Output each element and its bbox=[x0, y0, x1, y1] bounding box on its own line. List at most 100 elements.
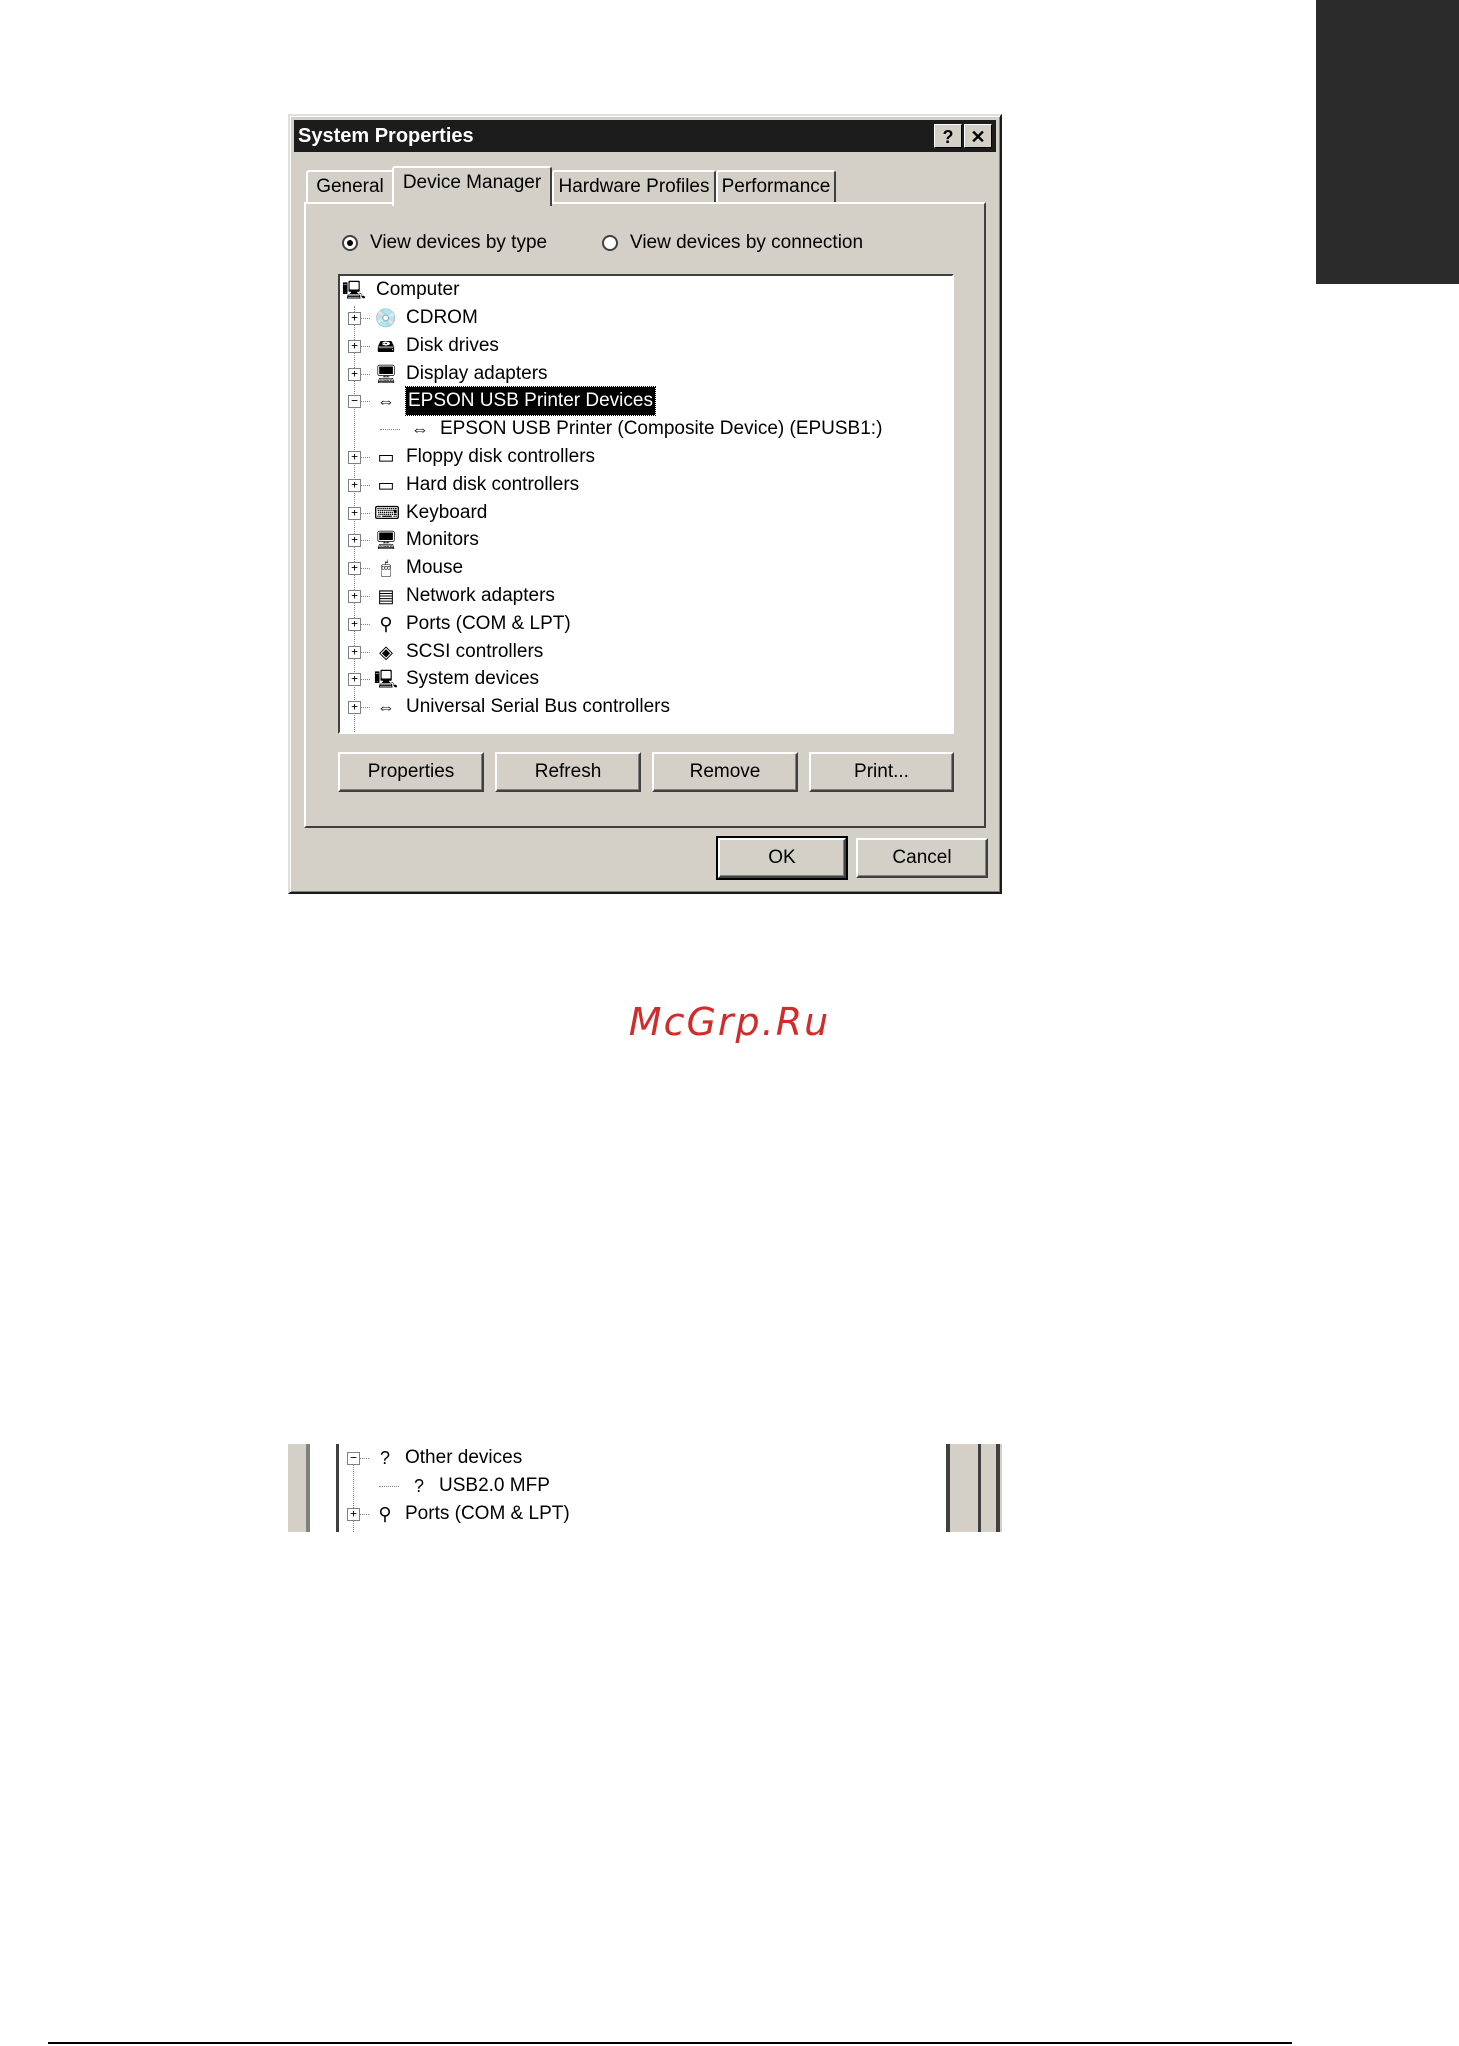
expand-icon[interactable]: + bbox=[347, 1508, 360, 1521]
unknown-device-icon: ? bbox=[413, 1476, 424, 1496]
tree-item-label: Disk drives bbox=[406, 334, 499, 356]
collapse-icon[interactable]: − bbox=[348, 395, 361, 409]
expand-icon[interactable]: + bbox=[348, 534, 361, 548]
tree-item-label: Monitors bbox=[406, 529, 479, 551]
usb-icon: ⇔ bbox=[411, 419, 429, 440]
print-button[interactable]: Print... bbox=[809, 752, 954, 792]
port-icon: ⚲ bbox=[379, 613, 393, 634]
remove-button[interactable]: Remove bbox=[652, 752, 798, 792]
tree-item-cdrom[interactable]: + 💿 CDROM bbox=[340, 304, 952, 332]
unknown-device-icon: ? bbox=[379, 1448, 390, 1468]
tree-item-label: Ports (COM & LPT) bbox=[406, 612, 571, 634]
tree-item-display-adapters[interactable]: + 🖥 Display adapters bbox=[340, 360, 952, 388]
display-adapter-icon: 🖥 bbox=[374, 363, 398, 384]
tree-item-label: EPSON USB Printer Devices bbox=[405, 386, 656, 417]
tree-item-label: CDROM bbox=[406, 307, 478, 328]
mouse-icon: 🖱 bbox=[380, 558, 392, 579]
expand-icon[interactable]: + bbox=[348, 367, 361, 381]
radio-label-by-connection: View devices by connection bbox=[630, 232, 864, 253]
tree-child-epson-usb-printer-composite-device-epusb1[interactable]: ⇔ EPSON USB Printer (Composite Device) (E… bbox=[340, 415, 952, 443]
floppy-controller-icon: ▭ bbox=[377, 447, 395, 467]
tree-item-label: Other devices bbox=[405, 1447, 523, 1468]
tree-root-computer[interactable]: 🖳 Computer bbox=[340, 276, 940, 304]
expand-icon[interactable]: + bbox=[348, 673, 361, 687]
tab-hardware-profiles[interactable]: Hardware Profiles bbox=[552, 170, 716, 202]
tab-device-manager[interactable]: Device Manager bbox=[392, 166, 552, 206]
keyboard-icon: ⌨ bbox=[374, 502, 400, 523]
excerpt-right-border-outer bbox=[996, 1444, 1000, 1532]
tab-performance[interactable]: Performance bbox=[716, 170, 836, 202]
excerpt-right-border-inner bbox=[978, 1444, 981, 1532]
tree-item-floppy-disk-controllers[interactable]: + ▭ Floppy disk controllers bbox=[340, 443, 952, 471]
monitor-icon: 🖥 bbox=[374, 530, 398, 551]
tree-item-ports-com-lpt[interactable]: + ⚲ Ports (COM & LPT) bbox=[339, 1500, 959, 1528]
usb-icon: ⇔ bbox=[377, 391, 395, 412]
tree-item-label: Ports (COM & LPT) bbox=[405, 1503, 570, 1524]
usb-icon: ⇔ bbox=[377, 697, 395, 718]
title-bar: System Properties ? ✕ bbox=[294, 120, 996, 152]
tree-item-disk-drives[interactable]: + 🖴 Disk drives bbox=[340, 332, 952, 360]
tree-item-label: EPSON USB Printer (Composite Device) (EP… bbox=[440, 418, 883, 440]
expand-icon[interactable]: + bbox=[348, 451, 361, 464]
expand-icon[interactable]: + bbox=[348, 506, 361, 520]
device-manager-panel: View devices by type View devices by con… bbox=[304, 202, 986, 828]
disk-drive-icon: 🖴 bbox=[376, 335, 396, 356]
tree-item-universal-serial-bus-controllers[interactable]: + ⇔ Universal Serial Bus controllers bbox=[340, 693, 952, 721]
tree-item-scsi-controllers[interactable]: + ◈ SCSI controllers bbox=[340, 638, 952, 666]
system-device-icon: 🖳 bbox=[374, 669, 399, 690]
cancel-button[interactable]: Cancel bbox=[856, 838, 988, 878]
hard-disk-controller-icon: ▭ bbox=[377, 474, 395, 495]
device-tree[interactable]: 🖳 Computer + 💿 CDROM + 🖴 Disk drives + 🖥 Display… bbox=[338, 274, 954, 734]
tree-item-label: USB2.0 MFP bbox=[439, 1475, 550, 1496]
excerpt-left-frame bbox=[288, 1444, 306, 1532]
cdrom-icon: 💿 bbox=[374, 308, 398, 328]
tree-item-system-devices[interactable]: + 🖳 System devices bbox=[340, 665, 952, 693]
tree-item-label: Keyboard bbox=[406, 501, 488, 523]
radio-view-by-connection[interactable]: View devices by connection bbox=[602, 232, 863, 254]
window-title: System Properties bbox=[298, 125, 474, 147]
tab-general[interactable]: General bbox=[306, 170, 394, 202]
expand-icon[interactable]: + bbox=[348, 478, 361, 492]
tree-child-usb2-0-mfp[interactable]: ? USB2.0 MFP bbox=[339, 1472, 959, 1500]
collapse-icon[interactable]: − bbox=[347, 1452, 360, 1465]
expand-icon[interactable]: + bbox=[348, 312, 361, 325]
tree-item-label: Mouse bbox=[406, 557, 464, 579]
tree-item-network-adapters[interactable]: + ▤ Network adapters bbox=[340, 582, 952, 610]
expand-icon[interactable]: + bbox=[348, 339, 361, 353]
expand-icon[interactable]: + bbox=[348, 562, 361, 576]
tree-item-other-devices[interactable]: −? Other devices bbox=[339, 1444, 959, 1472]
tree-connector bbox=[380, 429, 400, 431]
tree-item-label: Network adapters bbox=[406, 585, 555, 606]
port-icon: ⚲ bbox=[378, 1504, 392, 1524]
tree-item-keyboard[interactable]: + ⌨ Keyboard bbox=[340, 499, 952, 527]
expand-icon[interactable]: + bbox=[348, 701, 361, 715]
scsi-icon: ◈ bbox=[379, 641, 393, 662]
tree-item-ports-com-lpt[interactable]: + ⚲ Ports (COM & LPT) bbox=[340, 610, 952, 638]
tree-item-monitors[interactable]: + 🖥 Monitors bbox=[340, 526, 952, 554]
expand-icon[interactable]: + bbox=[348, 645, 361, 659]
tree-item-label: Hard disk controllers bbox=[406, 473, 580, 495]
radio-view-by-type[interactable]: View devices by type bbox=[342, 232, 547, 254]
refresh-button[interactable]: Refresh bbox=[495, 752, 641, 792]
properties-button[interactable]: Properties bbox=[338, 752, 484, 792]
radio-dot-selected bbox=[342, 235, 358, 251]
tree-item-label: Floppy disk controllers bbox=[406, 446, 596, 467]
tree-root-label: Computer bbox=[376, 279, 460, 300]
tree-item-label: Display adapters bbox=[406, 362, 548, 384]
close-button[interactable]: ✕ bbox=[964, 124, 992, 148]
chapter-tab-marker bbox=[1316, 0, 1459, 284]
help-button[interactable]: ? bbox=[934, 124, 962, 148]
tree-item-hard-disk-controllers[interactable]: + ▭ Hard disk controllers bbox=[340, 471, 952, 499]
tree-item-label: SCSI controllers bbox=[406, 640, 544, 662]
radio-label-by-type: View devices by type bbox=[370, 232, 548, 253]
device-tree-excerpt: −? Other devices? USB2.0 MFP + ⚲ Ports (COM &… bbox=[288, 1444, 1002, 1532]
tree-item-label: System devices bbox=[406, 668, 540, 690]
tree-item-epson-usb-printer-devices[interactable]: − ⇔ EPSON USB Printer Devices bbox=[340, 386, 952, 417]
expand-icon[interactable]: + bbox=[348, 617, 361, 631]
tree-item-mouse[interactable]: + 🖱 Mouse bbox=[340, 554, 952, 582]
radio-dot bbox=[602, 235, 618, 251]
system-properties-dialog: System Properties ? ✕ General Device Man… bbox=[288, 114, 1002, 894]
network-adapter-icon: ▤ bbox=[377, 586, 395, 606]
expand-icon[interactable]: + bbox=[348, 590, 361, 603]
ok-button[interactable]: OK bbox=[716, 836, 848, 880]
